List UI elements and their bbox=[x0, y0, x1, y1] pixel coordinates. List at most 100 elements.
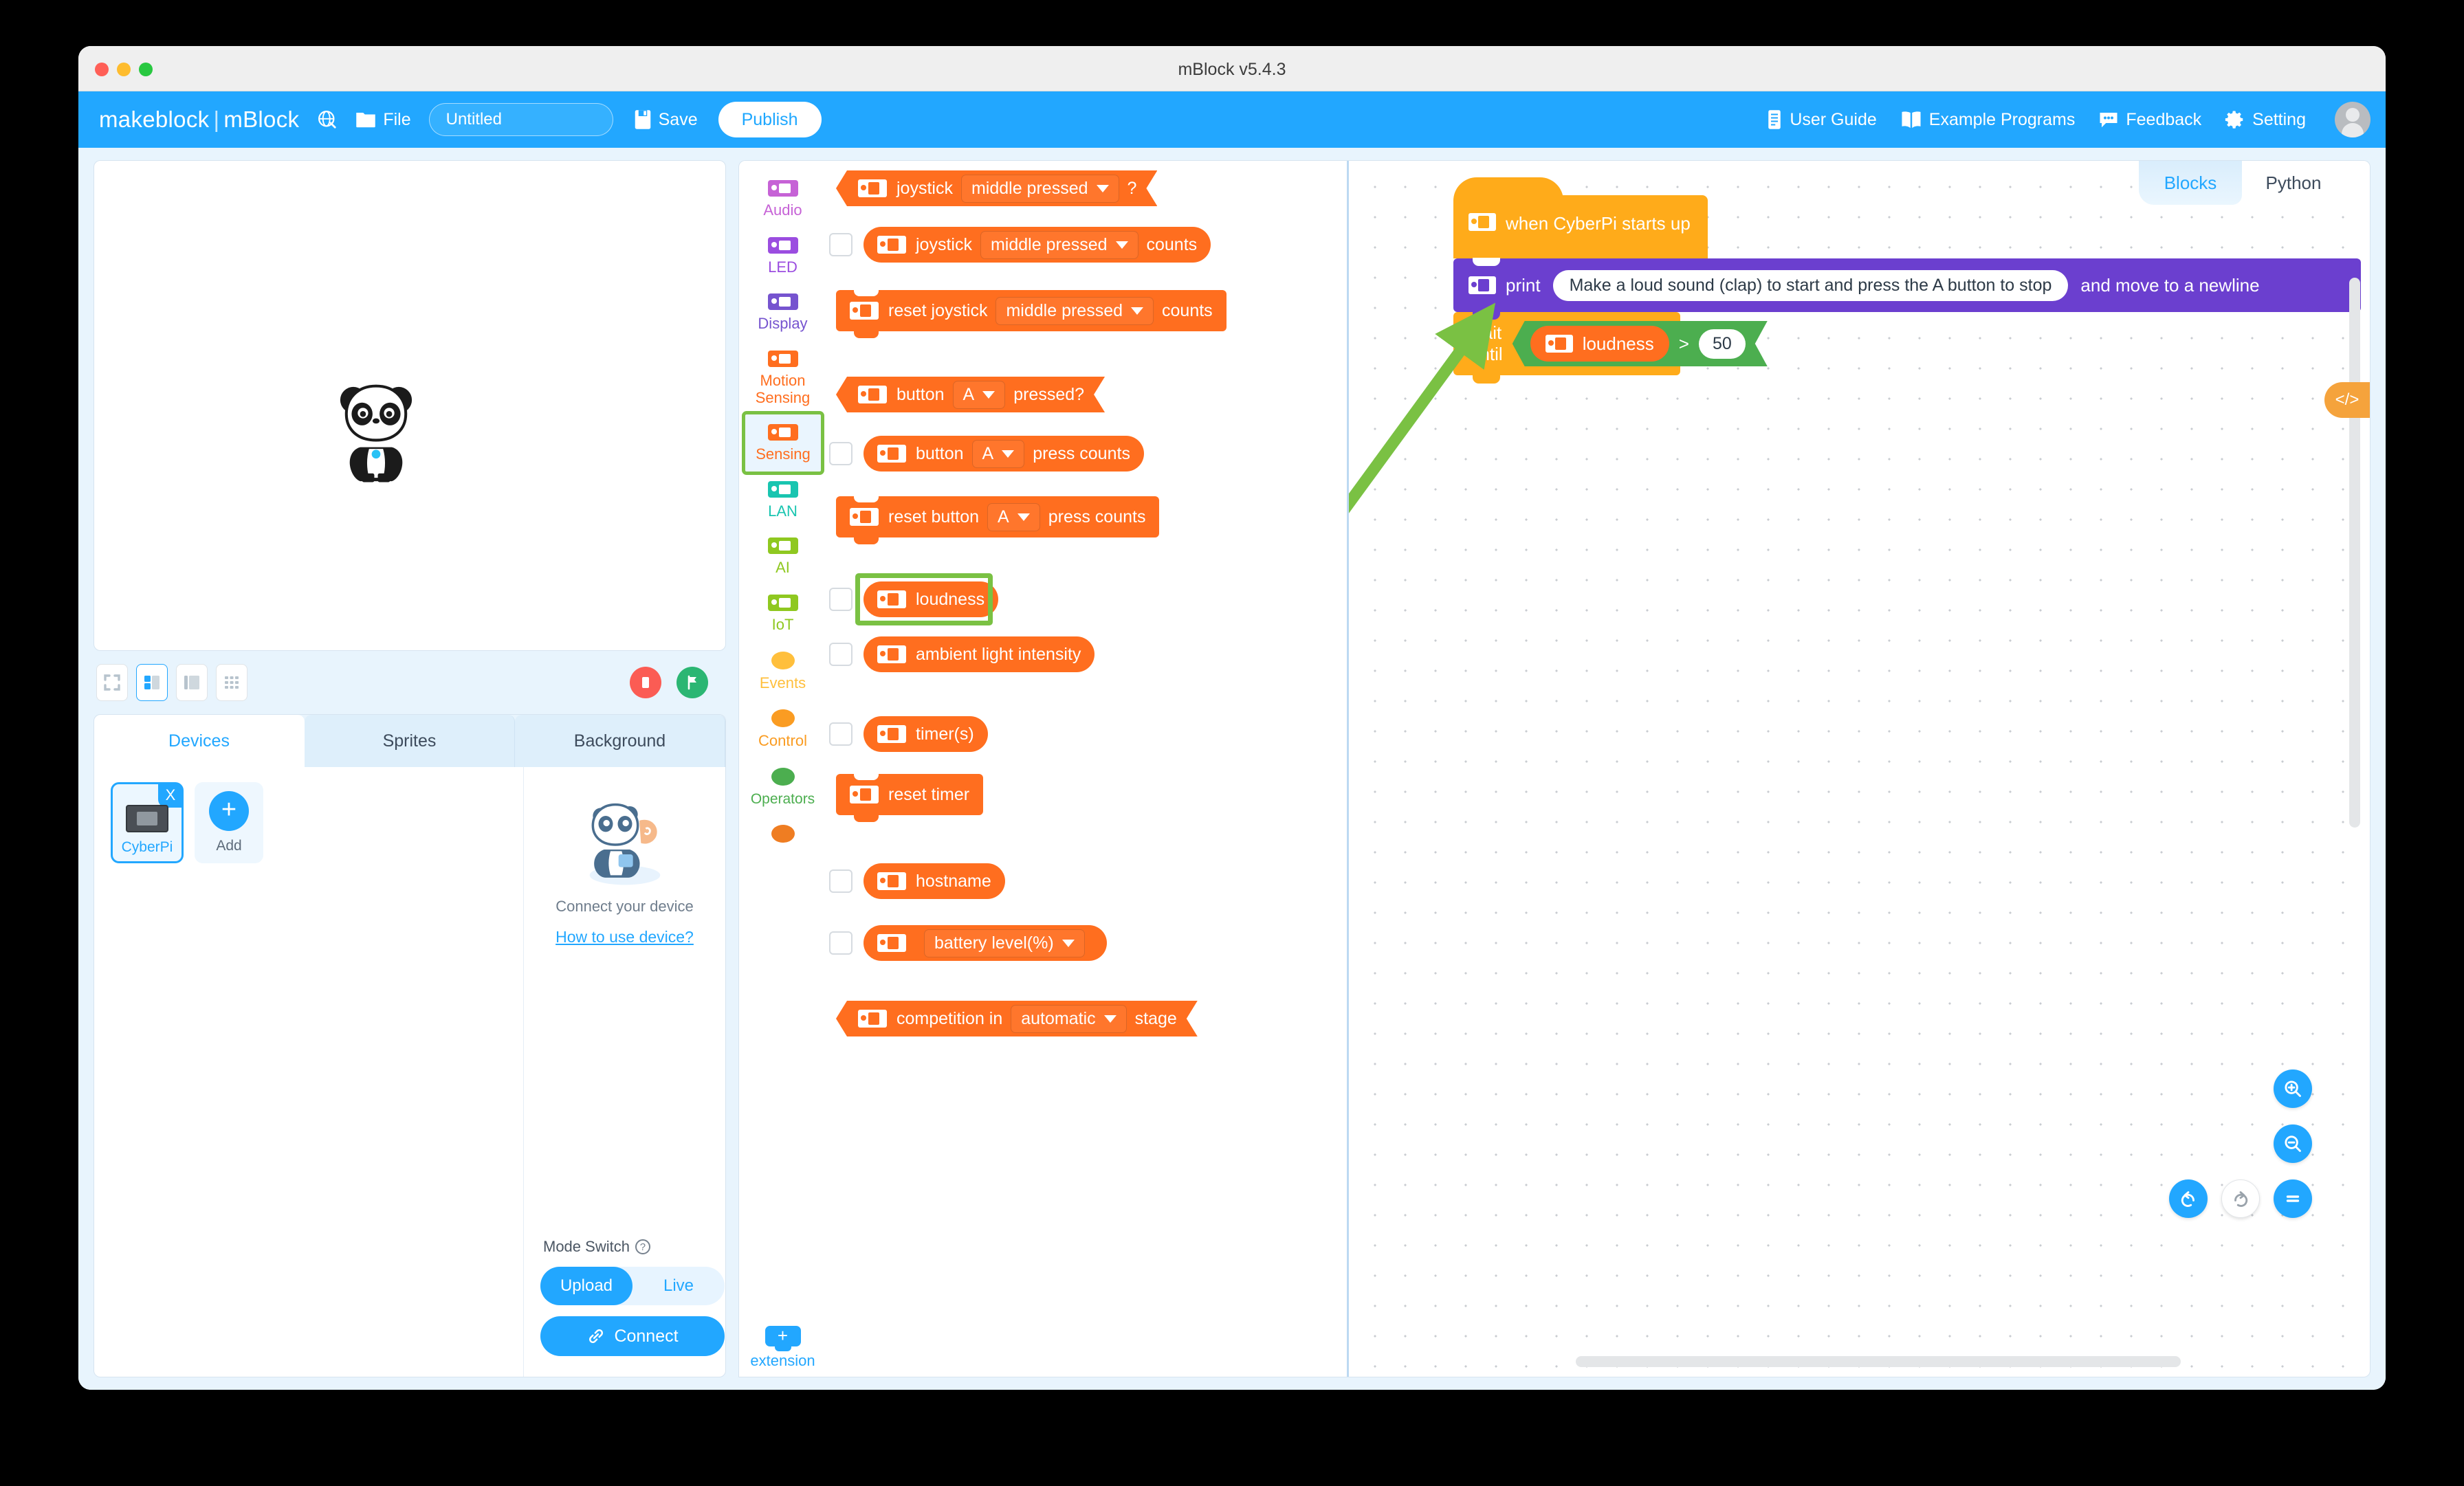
category-variables[interactable] bbox=[739, 815, 826, 851]
category-iot[interactable]: IoT bbox=[739, 585, 826, 642]
mode-option-live[interactable]: Live bbox=[632, 1267, 725, 1305]
palette-block-ambient-light[interactable]: ambient light intensity bbox=[829, 636, 1095, 672]
project-name-input[interactable] bbox=[428, 103, 613, 136]
palette-block-reset-timer[interactable]: reset timer bbox=[836, 773, 984, 822]
palette-block-joystick-pressed[interactable]: joystick middle pressed ? bbox=[836, 170, 1157, 206]
save-button[interactable]: Save bbox=[634, 109, 698, 130]
small-stage-layout-button[interactable] bbox=[136, 664, 168, 701]
palette-block-joystick-counts[interactable]: joystick middle pressed counts bbox=[829, 227, 1211, 263]
category-sensing[interactable]: Sensing bbox=[742, 411, 824, 475]
monitor-checkbox[interactable] bbox=[829, 931, 852, 955]
block-body[interactable]: button A pressed? bbox=[836, 377, 1105, 412]
block-body[interactable]: reset joystick middle pressed counts bbox=[836, 289, 1226, 338]
help-icon[interactable]: ? bbox=[635, 1239, 650, 1254]
dropdown-button-a[interactable]: A bbox=[953, 381, 1006, 409]
block-body[interactable]: reset button A press counts bbox=[836, 496, 1160, 544]
panda-sprite[interactable] bbox=[332, 381, 420, 484]
fullscreen-layout-button[interactable] bbox=[96, 664, 128, 701]
block-greater-than[interactable]: loudness > 50 bbox=[1512, 321, 1768, 366]
category-led[interactable]: LED bbox=[739, 228, 826, 285]
grid-layout-button[interactable] bbox=[216, 664, 248, 701]
dropdown-middle-pressed[interactable]: middle pressed bbox=[996, 296, 1154, 325]
redo-button[interactable] bbox=[2221, 1179, 2260, 1218]
block-body[interactable]: joystick middle pressed ? bbox=[836, 170, 1157, 206]
palette-block-timer[interactable]: timer(s) bbox=[829, 716, 988, 752]
add-extension-button[interactable]: + extension bbox=[739, 1320, 826, 1370]
category-ai[interactable]: AI bbox=[739, 528, 826, 585]
remove-device-button[interactable]: X bbox=[158, 783, 183, 808]
palette-block-reset-joystick[interactable]: reset joystick middle pressed counts bbox=[836, 289, 1226, 338]
monitor-checkbox[interactable] bbox=[829, 442, 852, 465]
category-audio[interactable]: Audio bbox=[739, 170, 826, 228]
palette-block-reset-button-counts[interactable]: reset button A press counts bbox=[836, 496, 1160, 544]
block-body[interactable]: loudness bbox=[864, 581, 999, 617]
monitor-checkbox[interactable] bbox=[829, 869, 852, 893]
category-lan[interactable]: LAN bbox=[739, 472, 826, 529]
tab-devices[interactable]: Devices bbox=[94, 715, 305, 767]
block-body[interactable]: competition in automatic stage bbox=[836, 1001, 1198, 1036]
block-body[interactable]: reset timer bbox=[836, 773, 984, 822]
user-guide-button[interactable]: User Guide bbox=[1766, 109, 1877, 130]
workspace-horizontal-scrollbar[interactable] bbox=[1576, 1356, 2181, 1367]
feedback-button[interactable]: Feedback bbox=[2098, 110, 2201, 130]
category-display[interactable]: Display bbox=[739, 284, 826, 341]
palette-block-button-press-counts[interactable]: button A press counts bbox=[829, 436, 1144, 472]
tab-blocks[interactable]: Blocks bbox=[2139, 161, 2242, 205]
mode-option-upload[interactable]: Upload bbox=[540, 1267, 632, 1305]
avatar[interactable] bbox=[2335, 102, 2370, 137]
monitor-checkbox[interactable] bbox=[829, 233, 852, 256]
block-loudness-reporter[interactable]: loudness bbox=[1530, 326, 1669, 362]
stop-button[interactable] bbox=[630, 667, 661, 698]
palette-block-battery-level[interactable]: battery level(%) bbox=[829, 925, 1107, 961]
dropdown-middle-pressed[interactable]: middle pressed bbox=[980, 230, 1138, 259]
block-when-cyberpi-starts-up[interactable]: when CyberPi starts up bbox=[1453, 177, 1708, 258]
green-flag-button[interactable] bbox=[676, 667, 708, 698]
stage[interactable] bbox=[94, 160, 726, 651]
palette-block-competition-stage[interactable]: competition in automatic stage bbox=[836, 1001, 1198, 1036]
palette-block-button-pressed[interactable]: button A pressed? bbox=[836, 377, 1105, 412]
block-body[interactable]: timer(s) bbox=[864, 716, 988, 752]
block-wait-until[interactable]: wait until loudness > 50 bbox=[1453, 311, 1680, 384]
block-body[interactable]: battery level(%) bbox=[864, 925, 1107, 961]
monitor-checkbox[interactable] bbox=[829, 588, 852, 611]
zoom-in-button[interactable] bbox=[2274, 1069, 2312, 1108]
category-operators[interactable]: Operators bbox=[739, 758, 826, 816]
palette-block-loudness[interactable]: loudness bbox=[829, 581, 999, 617]
block-print[interactable]: print Make a loud sound (clap) to start … bbox=[1453, 258, 2361, 312]
how-to-use-device-link[interactable]: How to use device? bbox=[556, 928, 694, 946]
print-text-input[interactable]: Make a loud sound (clap) to start and pr… bbox=[1552, 269, 2069, 301]
block-body[interactable]: joystick middle pressed counts bbox=[864, 227, 1211, 263]
setting-button[interactable]: Setting bbox=[2225, 109, 2306, 130]
zoom-reset-button[interactable] bbox=[2274, 1179, 2312, 1218]
dropdown-automatic[interactable]: automatic bbox=[1011, 1005, 1126, 1033]
connect-button[interactable]: Connect bbox=[540, 1316, 725, 1356]
script-stack[interactable]: when CyberPi starts up print Make a loud… bbox=[1453, 177, 2361, 384]
dropdown-battery-level[interactable]: battery level(%) bbox=[924, 929, 1085, 957]
tab-background[interactable]: Background bbox=[515, 715, 725, 767]
monitor-checkbox[interactable] bbox=[829, 643, 852, 666]
category-control[interactable]: Control bbox=[739, 700, 826, 758]
mode-toggle[interactable]: Upload Live bbox=[540, 1267, 725, 1305]
workspace-vertical-scrollbar[interactable] bbox=[2349, 278, 2360, 828]
large-stage-layout-button[interactable] bbox=[176, 664, 208, 701]
threshold-input[interactable]: 50 bbox=[1699, 329, 1746, 359]
code-panel-toggle-button[interactable]: </> bbox=[2324, 382, 2370, 418]
dropdown-button-a[interactable]: A bbox=[987, 502, 1040, 531]
block-body[interactable]: hostname bbox=[864, 863, 1005, 899]
monitor-checkbox[interactable] bbox=[829, 722, 852, 746]
device-card-cyberpi[interactable]: X CyberPi bbox=[111, 782, 184, 863]
undo-button[interactable] bbox=[2169, 1179, 2208, 1218]
dropdown-button-a[interactable]: A bbox=[971, 439, 1025, 468]
category-events[interactable]: Events bbox=[739, 642, 826, 700]
publish-button[interactable]: Publish bbox=[718, 102, 822, 137]
zoom-out-button[interactable] bbox=[2274, 1124, 2312, 1163]
dropdown-middle-pressed[interactable]: middle pressed bbox=[961, 175, 1119, 203]
code-workspace[interactable]: Blocks Python </> when CyberPi starts up… bbox=[1349, 160, 2370, 1377]
add-device-button[interactable]: + Add bbox=[195, 782, 263, 863]
example-programs-button[interactable]: Example Programs bbox=[1900, 110, 2075, 130]
category-strip[interactable]: Audio LED Display Motion Sensing Sensing… bbox=[738, 160, 826, 1377]
tab-python[interactable]: Python bbox=[2242, 161, 2345, 205]
block-body[interactable]: button A press counts bbox=[864, 436, 1144, 472]
file-menu-button[interactable]: File bbox=[355, 110, 411, 130]
block-body[interactable]: ambient light intensity bbox=[864, 636, 1095, 672]
